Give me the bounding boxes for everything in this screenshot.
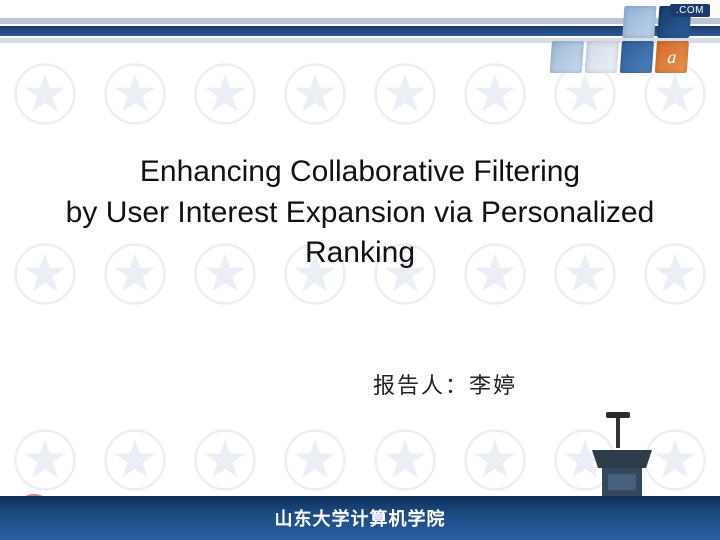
seal-watermark-icon	[193, 428, 257, 492]
footer-institution: 山东大学计算机学院	[275, 505, 446, 531]
presenter-line: 报告人：李婷	[0, 368, 720, 400]
seal-watermark-icon	[103, 428, 167, 492]
seal-watermark-icon	[13, 428, 77, 492]
footer-bar: 山东大学计算机学院	[0, 496, 720, 540]
seal-watermark-icon	[283, 428, 347, 492]
seal-watermark-icon	[373, 428, 437, 492]
slide: .COM Enhancing Collaborative Filtering b…	[0, 0, 720, 540]
header-banner: .COM	[0, 0, 720, 80]
corner-label: .COM	[670, 4, 710, 17]
seal-watermark-icon	[463, 428, 527, 492]
slide-title: Enhancing Collaborative Filtering by Use…	[0, 152, 720, 274]
